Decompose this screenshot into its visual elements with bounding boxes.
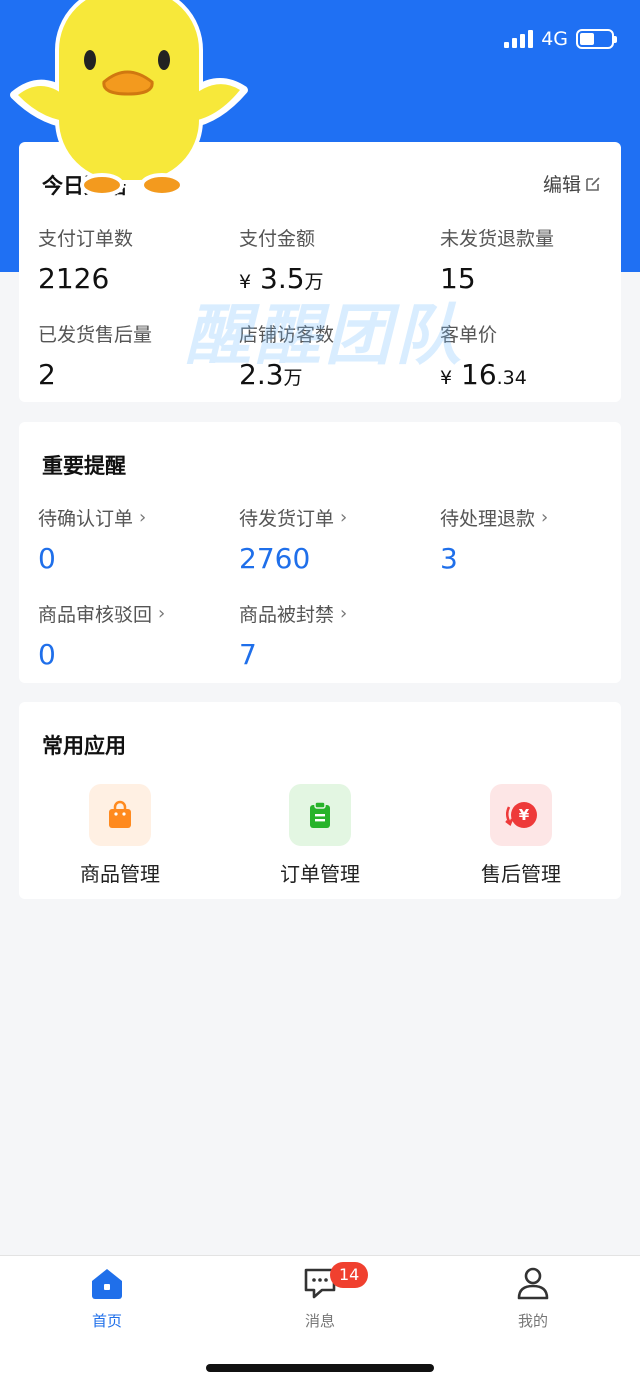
stat-value: ¥ 16.34	[440, 358, 527, 391]
reminder-banned-products[interactable]: 商品被封禁 › 7	[239, 600, 347, 671]
reminder-value: 0	[38, 638, 56, 671]
reminder-pending-ship[interactable]: 待发货订单 › 2760	[239, 504, 347, 575]
reminders-title: 重要提醒	[42, 454, 126, 478]
tab-label: 消息	[304, 1312, 335, 1330]
stat-label: 未发货退款量	[440, 228, 555, 250]
network-label: 4G	[541, 28, 568, 50]
home-icon	[92, 1269, 122, 1299]
reminder-pending-confirm[interactable]: 待确认订单 › 0	[38, 504, 146, 575]
stat-value: 2	[38, 358, 56, 391]
message-count-badge: 14	[330, 1262, 369, 1288]
app-label: 订单管理	[280, 862, 360, 886]
reminder-value: 2760	[239, 542, 311, 575]
stat-unshipped-refunds: 未发货退款量 15	[440, 224, 554, 295]
reminders-card: 重要提醒 待确认订单 › 0 待发货订单 › 2760 待处理退款 › 3 商品审核驳…	[19, 422, 621, 683]
reminder-review-rejected[interactable]: 商品审核驳回 › 0	[38, 600, 165, 671]
svg-text:¥: ¥	[519, 806, 530, 824]
tab-label: 首页	[91, 1312, 122, 1330]
shopping-bag-icon	[89, 784, 151, 846]
reminder-label: 商品被封禁	[239, 604, 335, 626]
stat-label: 客单价	[440, 324, 498, 346]
edit-button[interactable]: 编辑	[543, 170, 601, 197]
yen-refund-icon: ¥	[490, 784, 552, 846]
chevron-right-icon: ›	[541, 507, 549, 528]
stat-avg-order-price: 客单价 ¥ 16.34	[440, 320, 527, 394]
reminder-label: 待确认订单	[38, 508, 134, 530]
reminder-label: 待处理退款	[440, 508, 536, 530]
stat-label: 已发货售后量	[38, 324, 153, 346]
common-apps-title: 常用应用	[42, 734, 126, 758]
app-label: 商品管理	[80, 862, 160, 886]
reminder-value: 7	[239, 638, 257, 671]
status-bar: 4G	[504, 26, 617, 52]
stat-value: 2126	[38, 262, 110, 295]
duck-mascot-icon	[10, 0, 248, 197]
stat-value: 15	[440, 262, 476, 295]
user-icon	[517, 1267, 549, 1300]
home-indicator	[206, 1364, 434, 1372]
reminder-label: 商品审核驳回	[38, 604, 153, 626]
signal-icon	[504, 30, 534, 48]
stat-store-visitors: 店铺访客数 2.3万	[239, 320, 334, 394]
app-product-management[interactable]: 商品管理	[60, 784, 180, 887]
stat-label: 支付订单数	[38, 228, 134, 250]
stat-shipped-aftersales: 已发货售后量 2	[38, 320, 152, 391]
reminder-pending-refund[interactable]: 待处理退款 › 3	[440, 504, 548, 575]
stat-paid-amount: 支付金额 ¥ 3.5万	[239, 224, 324, 298]
edit-label: 编辑	[542, 174, 581, 196]
chevron-right-icon: ›	[158, 603, 166, 624]
stat-label: 店铺访客数	[239, 324, 335, 346]
reminder-value: 3	[440, 542, 458, 575]
chevron-right-icon: ›	[139, 507, 147, 528]
stat-paid-orders: 支付订单数 2126	[38, 224, 133, 295]
reminder-label: 待发货订单	[239, 508, 335, 530]
chevron-right-icon: ›	[340, 507, 348, 528]
reminder-value: 0	[38, 542, 56, 575]
app-aftersales-management[interactable]: ¥ 售后管理	[461, 784, 581, 887]
clipboard-icon	[289, 784, 351, 846]
edit-icon	[586, 176, 600, 191]
tab-label: 我的	[517, 1312, 548, 1330]
tab-messages[interactable]: 14 消息	[260, 1262, 380, 1331]
stat-value: 2.3万	[239, 358, 303, 391]
tab-profile[interactable]: 我的	[473, 1266, 593, 1331]
common-apps-card: 常用应用 商品管理 订单管理 ¥ 售后管理	[19, 702, 621, 899]
stat-value: ¥ 3.5万	[239, 262, 324, 295]
tab-home[interactable]: 首页	[47, 1266, 167, 1331]
chevron-right-icon: ›	[340, 603, 348, 624]
app-order-management[interactable]: 订单管理	[260, 784, 380, 887]
app-label: 售后管理	[481, 862, 561, 886]
battery-icon	[576, 29, 617, 49]
stat-label: 支付金额	[239, 228, 316, 250]
